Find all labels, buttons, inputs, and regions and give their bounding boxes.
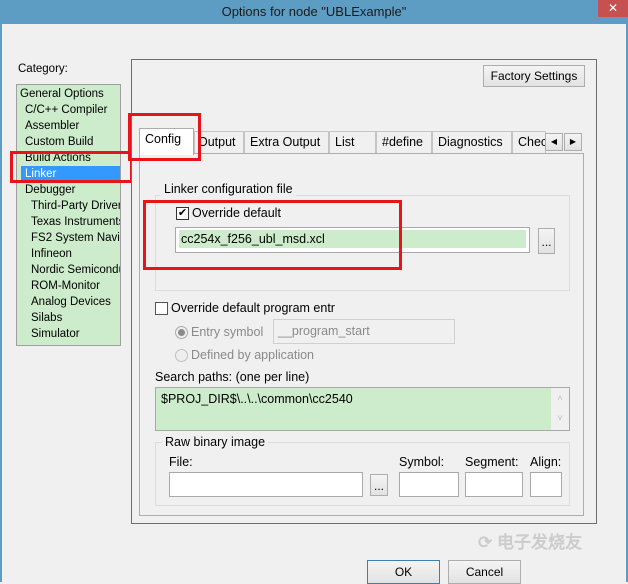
category-item[interactable]: FS2 System Navigator: [17, 230, 120, 246]
watermark-logo: ⟳ 电子发烧友: [478, 533, 582, 552]
segment-label: Segment:: [465, 455, 519, 469]
window-border: [0, 24, 2, 582]
highlight-box: [128, 113, 201, 161]
entry-symbol-label: Entry symbol: [191, 325, 264, 339]
align-label: Align:: [530, 455, 562, 469]
window-title: Options for node "UBLExample": [221, 4, 407, 19]
linker-config-legend: Linker configuration file: [161, 182, 296, 196]
category-item[interactable]: Infineon: [17, 246, 120, 262]
tab-extra-output[interactable]: Extra Output: [244, 131, 329, 154]
search-paths-scrollbar[interactable]: ˄ ˅: [551, 388, 569, 430]
override-entry-checkbox[interactable]: [155, 302, 168, 315]
defined-by-app-radio[interactable]: [175, 349, 188, 362]
category-item[interactable]: General Options: [17, 86, 120, 102]
search-paths-label: Search paths: (one per line): [155, 370, 310, 384]
category-item[interactable]: Debugger: [17, 182, 120, 198]
raw-binary-legend: Raw binary image: [162, 435, 269, 449]
browse-config-button[interactable]: ...: [538, 228, 555, 254]
category-label: Category:: [18, 63, 68, 75]
highlight-box: [143, 200, 402, 270]
category-item[interactable]: Third-Party Driver: [17, 198, 120, 214]
align-input[interactable]: [530, 472, 562, 497]
category-item[interactable]: ROM-Monitor: [17, 278, 120, 294]
category-item[interactable]: Analog Devices: [17, 294, 120, 310]
entry-symbol-input[interactable]: __program_start: [273, 319, 455, 344]
browse-file-button[interactable]: ...: [370, 474, 388, 496]
file-label: File:: [169, 455, 193, 469]
tab-output[interactable]: Output: [194, 131, 244, 154]
defined-by-app-label: Defined by application: [191, 348, 314, 362]
symbol-input[interactable]: [399, 472, 459, 497]
search-paths-textarea[interactable]: $PROJ_DIR$\..\..\common\cc2540: [155, 387, 570, 431]
tab-scroll-right-icon[interactable]: ▶: [564, 133, 582, 151]
tab-scroll-left-icon[interactable]: ◀: [545, 133, 563, 151]
entry-symbol-radio[interactable]: [175, 326, 188, 339]
segment-input[interactable]: [465, 472, 523, 497]
category-item[interactable]: Assembler: [17, 118, 120, 134]
category-item[interactable]: C/C++ Compiler: [17, 102, 120, 118]
category-item[interactable]: Custom Build: [17, 134, 120, 150]
cancel-button[interactable]: Cancel: [448, 560, 521, 584]
ok-button[interactable]: OK: [367, 560, 440, 584]
tab-list[interactable]: List: [329, 131, 376, 154]
tab-define[interactable]: #define: [376, 131, 432, 154]
tab-diagnostics[interactable]: Diagnostics: [432, 131, 512, 154]
category-item[interactable]: Texas Instruments: [17, 214, 120, 230]
close-icon[interactable]: ✕: [598, 0, 628, 17]
category-list[interactable]: General Options C/C++ Compiler Assembler Cu…: [16, 84, 121, 346]
category-item[interactable]: Silabs: [17, 310, 120, 326]
override-entry-label: Override default program entr: [171, 301, 335, 315]
search-path-value: $PROJ_DIR$\..\..\common\cc2540: [161, 392, 353, 406]
highlight-box: [10, 151, 133, 183]
tab-checksum[interactable]: Checksum: [512, 131, 546, 154]
symbol-label: Symbol:: [399, 455, 445, 469]
category-item[interactable]: Nordic Semiconductor: [17, 262, 120, 278]
file-input[interactable]: [169, 472, 363, 497]
factory-settings-button[interactable]: Factory Settings: [483, 65, 585, 87]
category-item[interactable]: Simulator: [17, 326, 120, 342]
